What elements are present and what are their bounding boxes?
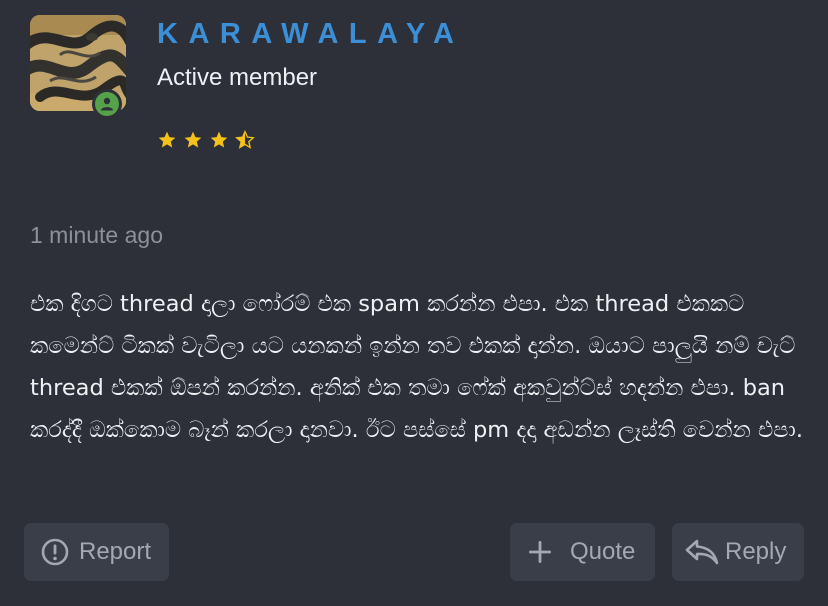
quote-button[interactable]: Quote [510, 523, 655, 581]
forum-post: KARAWALAYA Active member 1 minute ago එක… [0, 0, 828, 606]
reply-arrow-icon [685, 539, 719, 565]
star-half-icon [235, 130, 255, 149]
star-icon [158, 131, 176, 148]
plus-icon [529, 541, 551, 563]
avatar[interactable] [30, 15, 126, 119]
user-online-icon [92, 89, 122, 119]
report-button-label: Report [79, 538, 152, 565]
alert-circle-icon [41, 538, 69, 566]
post-timestamp[interactable]: 1 minute ago [30, 222, 163, 249]
reply-button[interactable]: Reply [672, 523, 804, 581]
reply-button-label: Reply [725, 538, 787, 565]
star-icon [184, 131, 202, 148]
rating-stars [157, 130, 255, 150]
quote-button-label: Quote [570, 538, 636, 565]
report-button[interactable]: Report [24, 523, 169, 581]
user-title: Active member [157, 64, 318, 91]
post-body-text: එක දිගට thread දාලා ෆෝරම් එක spam කරන්න … [30, 291, 803, 443]
username-link[interactable]: KARAWALAYA [157, 18, 465, 51]
star-icon [210, 131, 228, 148]
